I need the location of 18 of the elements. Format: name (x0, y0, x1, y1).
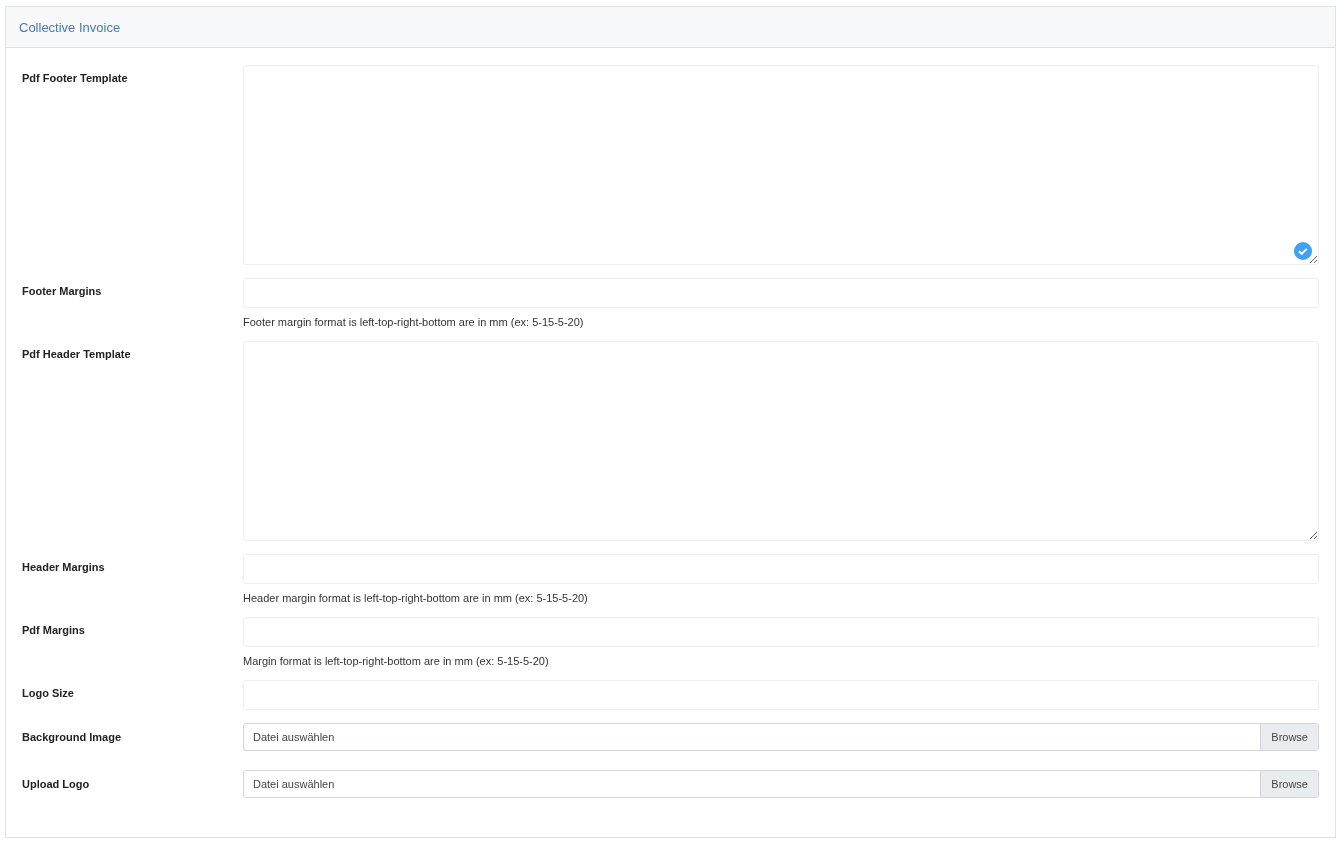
help-text: Margin format is left-top-right-bottom are in mm (ex: 5-15-5-20) (243, 655, 550, 667)
field-label: Upload Logo (22, 777, 91, 790)
field-label: Footer Margins (22, 284, 103, 297)
file-placeholder: Datei auswählen (252, 730, 336, 745)
field-label: Logo Size (22, 686, 75, 699)
card-title: Collective Invoice (19, 19, 121, 35)
file-field[interactable]: Datei auswählen Browse (243, 723, 1319, 751)
file-placeholder: Datei auswählen (252, 777, 336, 792)
field-label: Header Margins (22, 560, 106, 573)
file-field[interactable]: Datei auswählen Browse (243, 770, 1319, 798)
browse-button[interactable]: Browse (1260, 771, 1318, 797)
help-text: Footer margin format is left-top-right-bottom are in mm (ex: 5-15-5-20) (243, 316, 585, 328)
field-label: Pdf Footer Template (22, 71, 129, 84)
browse-button[interactable]: Browse (1260, 724, 1318, 750)
field-label: Pdf Header Template (22, 347, 132, 360)
field-label: Background Image (22, 730, 123, 743)
help-text: Header margin format is left-top-right-bottom are in mm (ex: 5-15-5-20) (243, 592, 589, 604)
field-label: Pdf Margins (22, 623, 86, 636)
